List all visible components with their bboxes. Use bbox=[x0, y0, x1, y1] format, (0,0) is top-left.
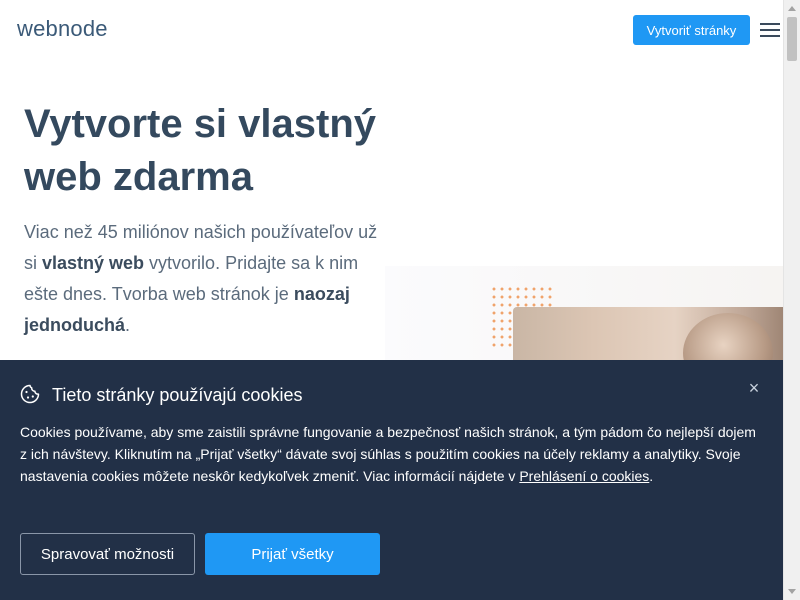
hamburger-line bbox=[760, 35, 780, 37]
cookie-description: Cookies používame, aby sme zaistili sprá… bbox=[20, 421, 765, 487]
cookie-policy-link[interactable]: Prehlásení o cookies bbox=[519, 468, 649, 484]
page: webnode Vytvoriť stránky Vytvorte si vla… bbox=[0, 0, 800, 600]
site-header: webnode Vytvoriť stránky bbox=[0, 0, 783, 62]
scrollbar-thumb[interactable] bbox=[787, 17, 797, 61]
cookie-banner: Tieto stránky používajú cookies × Cookie… bbox=[0, 360, 783, 600]
cookie-icon bbox=[20, 384, 40, 404]
hero-title: Vytvorte si vlastný web zdarma bbox=[24, 102, 377, 199]
accept-all-button[interactable]: Prijať všetky bbox=[205, 533, 380, 575]
create-site-button[interactable]: Vytvoriť stránky bbox=[633, 15, 750, 45]
webnode-logo[interactable]: webnode bbox=[17, 16, 108, 42]
scroll-down-arrow-icon[interactable] bbox=[788, 589, 796, 594]
scroll-up-arrow-icon[interactable] bbox=[788, 6, 796, 11]
vertical-scrollbar[interactable] bbox=[783, 0, 800, 600]
cookie-title: Tieto stránky používajú cookies bbox=[52, 385, 303, 405]
hamburger-line bbox=[760, 23, 780, 25]
cookie-text-end: . bbox=[649, 468, 654, 484]
hero-text-bold: vlastný web bbox=[42, 253, 145, 273]
hamburger-line bbox=[760, 29, 780, 31]
hero-description: Viac než 45 miliónov našich používateľov… bbox=[24, 217, 384, 341]
close-icon[interactable]: × bbox=[744, 378, 764, 398]
hamburger-menu-icon[interactable] bbox=[760, 23, 780, 39]
hero-text-segment: . bbox=[125, 315, 131, 335]
manage-options-button[interactable]: Spravovať možnosti bbox=[20, 533, 195, 575]
